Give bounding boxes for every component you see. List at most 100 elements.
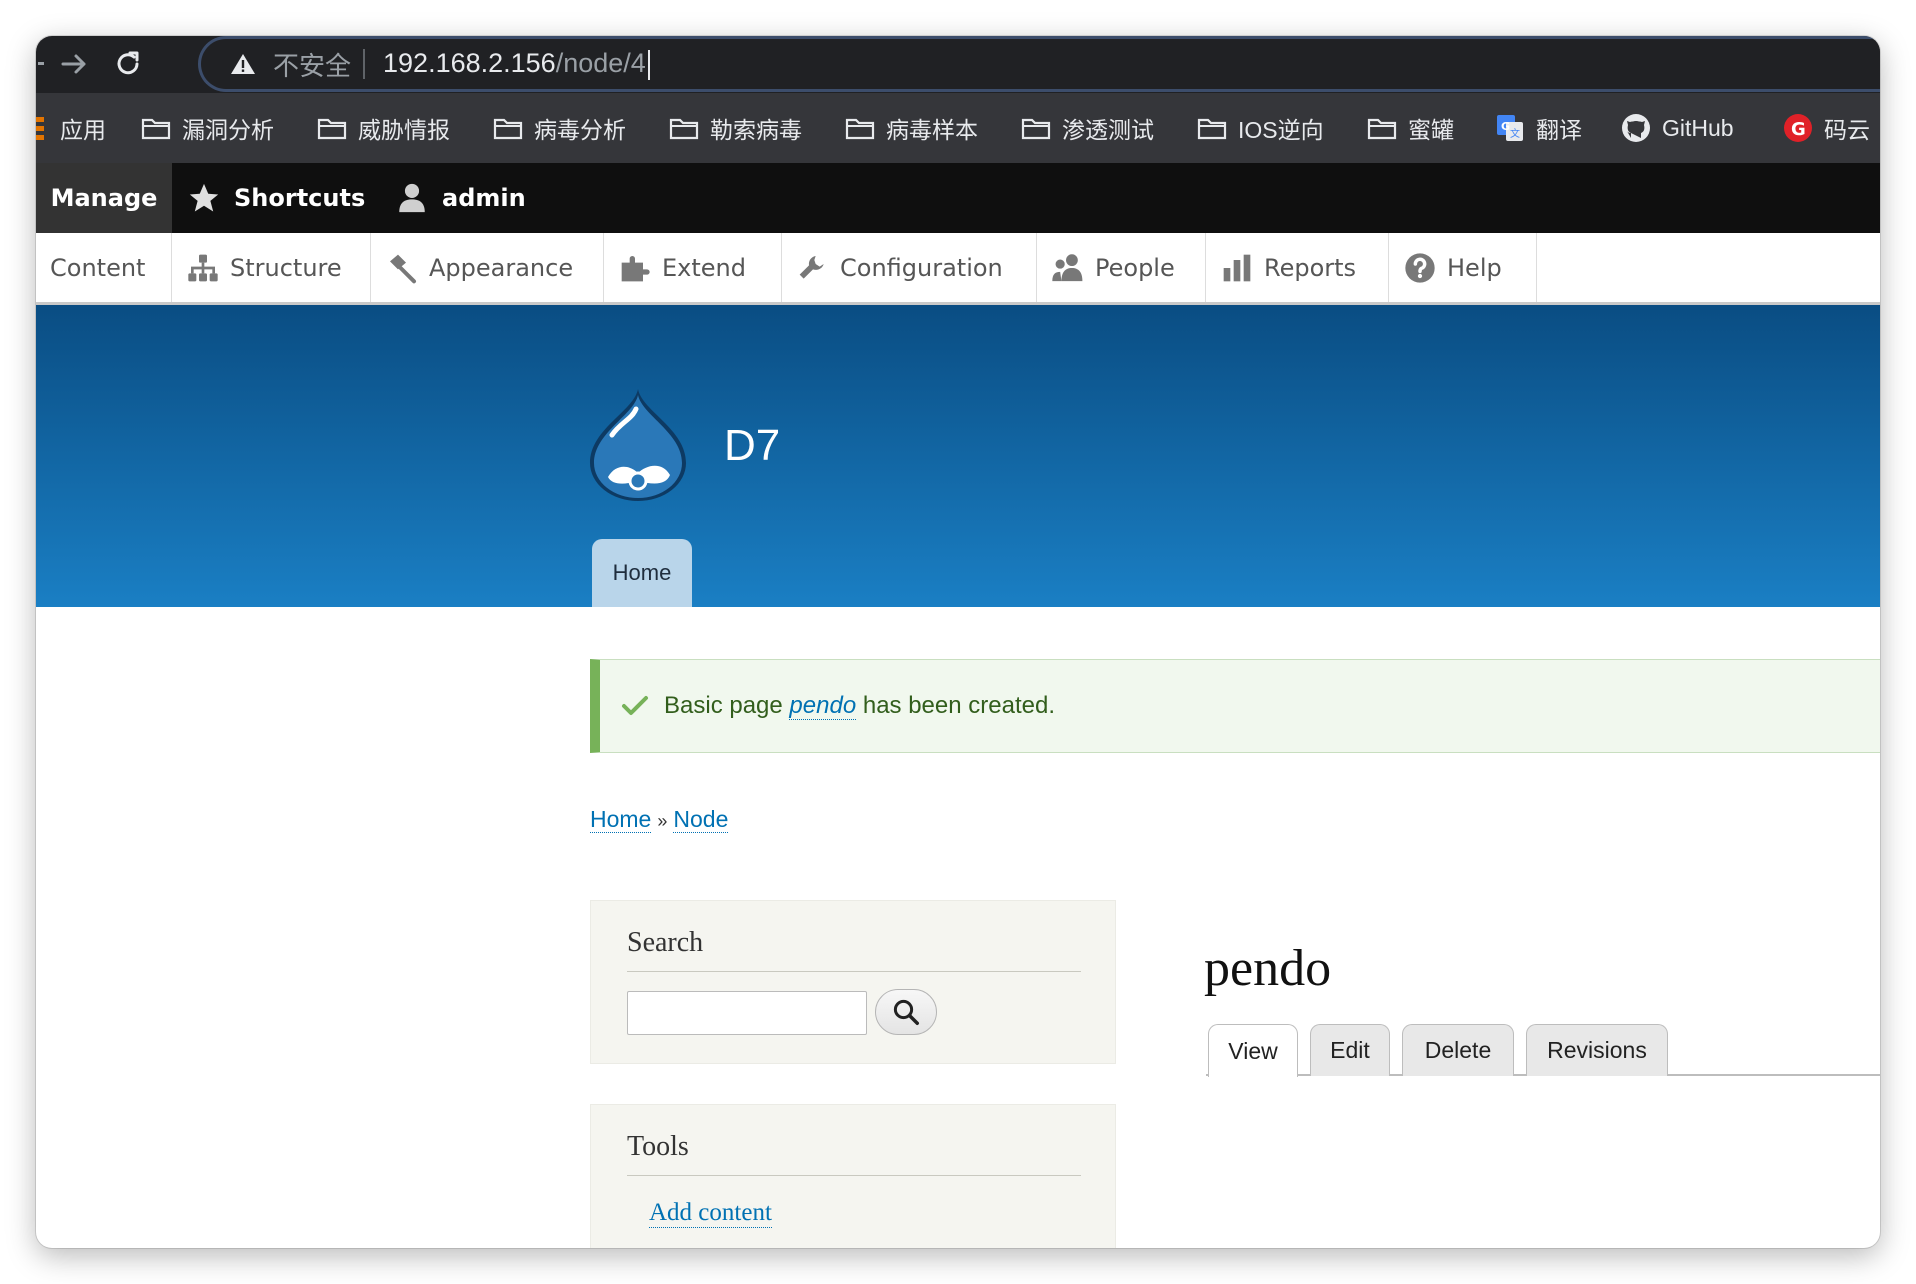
search-block-title: Search <box>627 927 704 958</box>
tray-item-label: Appearance <box>429 253 574 282</box>
bookmark-label: 蜜罐 <box>1408 117 1454 143</box>
breadcrumb-node[interactable]: Node <box>673 806 729 833</box>
admin-toolbar: Manage Shortcuts admin <box>36 163 1880 233</box>
browser-address-row: 不安全 192.168.2.156/node/4 <box>36 36 1880 93</box>
warning-icon[interactable] <box>229 50 257 78</box>
bookmark-folder-ios[interactable]: IOS逆向 <box>1196 93 1324 163</box>
tray-item-label: Help <box>1447 253 1502 282</box>
back-button[interactable] <box>38 62 44 65</box>
toolbar-shortcuts-label: Shortcuts <box>234 184 366 212</box>
toolbar-shortcuts[interactable]: Shortcuts <box>186 163 365 233</box>
bookmark-github[interactable]: GitHub <box>1620 93 1734 163</box>
tray-item-label: Reports <box>1264 253 1357 282</box>
breadcrumb-home[interactable]: Home <box>590 806 652 833</box>
status-message-text: Basic page pendo has been created. <box>664 692 1055 720</box>
tray-item-help[interactable]: Help <box>1389 233 1537 302</box>
bookmark-folder-samples[interactable]: 病毒样本 <box>844 93 978 163</box>
tools-block-title: Tools <box>627 1131 689 1162</box>
search-block: Search <box>590 900 1116 1064</box>
github-icon <box>1620 114 1652 142</box>
status-message-link[interactable]: pendo <box>789 692 857 720</box>
tray-item-content[interactable]: Content <box>36 233 172 302</box>
tab-delete[interactable]: Delete <box>1402 1024 1514 1076</box>
folder-icon <box>1196 115 1228 141</box>
google-translate-icon: G文 <box>1494 115 1526 141</box>
folder-icon <box>1020 115 1052 141</box>
tray-item-label: Configuration <box>840 253 1003 282</box>
bookmark-translate[interactable]: G文 翻译 <box>1494 93 1582 163</box>
tray-item-people[interactable]: People <box>1037 233 1206 302</box>
reload-button[interactable] <box>108 44 148 84</box>
structure-icon <box>186 251 220 285</box>
tab-view[interactable]: View <box>1208 1024 1298 1077</box>
tools-block: Tools Add content <box>590 1104 1116 1248</box>
reload-icon <box>117 51 139 75</box>
bookmark-folder-virus-analysis[interactable]: 病毒分析 <box>492 93 626 163</box>
status-message: Basic page pendo has been created. <box>590 659 1880 753</box>
bookmark-label: 威胁情报 <box>358 117 450 143</box>
tray-item-extend[interactable]: Extend <box>604 233 782 302</box>
block-divider <box>627 971 1081 972</box>
security-label[interactable]: 不安全 <box>273 46 351 83</box>
apps-icon[interactable] <box>36 117 44 141</box>
add-content-link[interactable]: Add content <box>649 1199 772 1228</box>
bookmark-folder-pentest[interactable]: 渗透测试 <box>1020 93 1154 163</box>
block-divider <box>627 1175 1081 1176</box>
tab-revisions[interactable]: Revisions <box>1526 1024 1668 1076</box>
folder-icon <box>668 115 700 141</box>
admin-toolbar-tray: Content Structure Appearance Extend Conf… <box>36 233 1880 305</box>
user-icon <box>394 180 430 216</box>
star-icon <box>186 180 222 216</box>
tray-item-appearance[interactable]: Appearance <box>371 233 604 302</box>
bookmark-folder-honeypot[interactable]: 蜜罐 <box>1366 93 1454 163</box>
tray-item-label: People <box>1095 253 1175 282</box>
bookmark-folder-vuln[interactable]: 漏洞分析 <box>140 93 274 163</box>
toolbar-manage[interactable]: Manage <box>36 163 172 233</box>
tray-item-label: Structure <box>230 253 342 282</box>
tray-item-label: Content <box>50 253 146 282</box>
site-name[interactable]: D7 <box>724 421 780 471</box>
url-host: 192.168.2.156 <box>383 48 556 79</box>
search-button[interactable] <box>875 989 937 1035</box>
bookmark-label: 翻译 <box>1536 117 1582 143</box>
extend-icon <box>618 251 652 285</box>
browser-window: 不安全 192.168.2.156/node/4 应用 漏洞分析 威胁情报 病毒… <box>36 36 1880 1248</box>
text-caret <box>647 49 650 80</box>
forward-arrow-icon <box>61 54 86 74</box>
toolbar-manage-label: Manage <box>50 184 158 212</box>
bookmark-gitee[interactable]: G 码云 <box>1782 93 1870 163</box>
gitee-icon: G <box>1782 114 1814 142</box>
url-text[interactable]: 192.168.2.156/node/4 <box>383 48 650 80</box>
appearance-icon <box>385 251 419 285</box>
url-path: /node/4 <box>555 48 646 79</box>
toolbar-user[interactable]: admin <box>394 163 526 233</box>
folder-icon <box>844 115 876 141</box>
bookmark-folder-ransomware[interactable]: 勒索病毒 <box>668 93 802 163</box>
folder-icon <box>1366 115 1398 141</box>
tray-item-structure[interactable]: Structure <box>172 233 371 302</box>
main-menu-home[interactable]: Home <box>592 539 692 607</box>
page-title: pendo <box>1204 940 1332 997</box>
bookmark-label: 应用 <box>60 117 106 143</box>
bookmark-apps[interactable]: 应用 <box>60 93 106 163</box>
folder-icon <box>140 115 172 141</box>
site-header: D7 Home <box>36 305 1880 607</box>
address-bar[interactable]: 不安全 192.168.2.156/node/4 <box>198 36 1880 92</box>
folder-icon <box>316 115 348 141</box>
bookmark-label: 漏洞分析 <box>182 117 274 143</box>
svg-text:G: G <box>1791 119 1806 140</box>
search-input[interactable] <box>627 991 867 1035</box>
svg-text:文: 文 <box>1510 127 1520 140</box>
folder-icon <box>492 115 524 141</box>
reports-icon <box>1220 251 1254 285</box>
drupal-logo-icon[interactable] <box>582 385 694 505</box>
tray-item-reports[interactable]: Reports <box>1206 233 1389 302</box>
tray-item-configuration[interactable]: Configuration <box>782 233 1037 302</box>
people-icon <box>1051 251 1085 285</box>
tab-edit[interactable]: Edit <box>1310 1024 1390 1076</box>
bookmark-folder-threat[interactable]: 威胁情报 <box>316 93 450 163</box>
tray-item-label: Extend <box>662 253 746 282</box>
bookmark-label: 勒索病毒 <box>710 117 802 143</box>
forward-button[interactable] <box>54 44 94 84</box>
bookmark-label: IOS逆向 <box>1238 117 1324 143</box>
